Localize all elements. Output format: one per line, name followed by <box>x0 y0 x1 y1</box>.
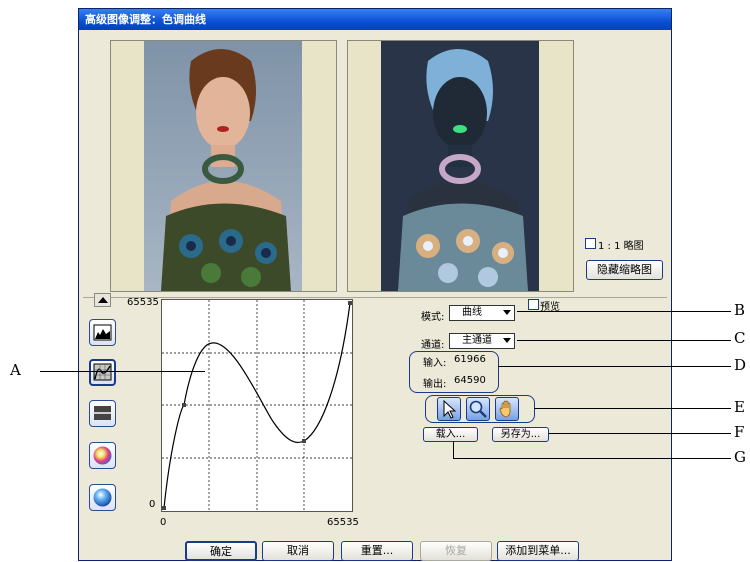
channel-label: 通道: <box>421 340 445 351</box>
arrow-tool-button[interactable] <box>437 397 461 421</box>
input-label: 输入: <box>423 358 447 369</box>
color-wheel-icon[interactable] <box>89 442 116 469</box>
y-min-label: 0 <box>149 499 156 510</box>
curve-point[interactable] <box>182 403 186 407</box>
annotation-d-line <box>498 366 731 367</box>
ok-button[interactable]: 确定 <box>185 541 257 561</box>
x-max-label: 65535 <box>327 517 359 528</box>
curve-editor[interactable] <box>161 299 353 512</box>
annotation-c-line <box>517 340 731 341</box>
preview-thumbnail-panel <box>347 40 574 292</box>
curve-point[interactable] <box>302 439 306 443</box>
cancel-button[interactable]: 取消 <box>262 541 334 561</box>
load-button[interactable]: 载入... <box>423 427 478 442</box>
histogram-icon[interactable] <box>89 319 116 346</box>
annotation-g-line-h <box>453 458 731 459</box>
y-max-label: 65535 <box>127 297 159 308</box>
preview-checkbox[interactable] <box>528 299 539 310</box>
output-value: 64590 <box>454 375 486 386</box>
annotation-f: F <box>734 423 745 441</box>
output-label: 输出: <box>423 379 447 390</box>
mode-label: 模式: <box>421 312 445 323</box>
annotation-b: B <box>734 301 746 319</box>
annotation-g: G <box>734 448 746 466</box>
channel-dropdown[interactable]: 主通道 <box>449 333 515 349</box>
annotation-f-line <box>549 433 731 434</box>
annotation-a: A <box>10 361 21 379</box>
annotation-d: D <box>734 356 747 374</box>
annotation-g-line-v <box>453 441 454 458</box>
up-arrow-icon <box>98 297 108 303</box>
save-as-button[interactable]: 另存为... <box>492 427 549 442</box>
scroll-up-button[interactable] <box>94 293 111 307</box>
restore-button[interactable]: 恢复 <box>420 541 492 561</box>
dialog-window: 高级图像调整：色调曲线 1: 1 略图 隐藏缩略图 65535 0 0 655… <box>78 8 672 561</box>
arrow-icon <box>443 399 457 419</box>
chevron-down-icon <box>503 310 511 315</box>
reset-button[interactable]: 重置... <box>341 541 413 561</box>
x-min-label: 0 <box>160 517 167 528</box>
annotation-a-line <box>40 371 205 372</box>
original-thumbnail-panel <box>110 40 337 292</box>
add-to-menu-button[interactable]: 添加到菜单... <box>497 541 579 561</box>
preview-image <box>381 41 539 291</box>
hide-thumbnail-button[interactable]: 隐藏缩略图 <box>586 260 663 280</box>
curve-icon[interactable] <box>89 359 116 386</box>
curve-point[interactable] <box>348 301 352 305</box>
actual-size-label: 1 : 1 略图 <box>598 241 644 252</box>
zoom-tool-button[interactable] <box>466 397 490 421</box>
curve-grid <box>162 300 352 511</box>
chevron-down-icon <box>503 338 511 343</box>
original-image <box>144 41 302 291</box>
hand-icon <box>499 400 511 418</box>
curve-point[interactable] <box>162 506 166 510</box>
title-bar: 高级图像调整：色调曲线 <box>79 9 671 30</box>
mode-value: 曲线 <box>462 307 482 318</box>
mode-dropdown[interactable]: 曲线 <box>449 305 515 321</box>
actual-size-checkbox[interactable] <box>585 238 596 249</box>
annotation-e-line <box>534 408 731 409</box>
input-value: 61966 <box>454 354 486 365</box>
sphere-icon[interactable] <box>89 484 116 511</box>
annotation-c: C <box>734 329 746 347</box>
hand-tool-button[interactable] <box>495 397 519 421</box>
annotation-b-line <box>517 311 731 312</box>
magnifier-icon <box>469 400 487 418</box>
channel-value: 主通道 <box>462 335 492 346</box>
annotation-e: E <box>734 398 745 416</box>
levels-icon[interactable] <box>89 400 116 427</box>
separator <box>83 297 667 298</box>
